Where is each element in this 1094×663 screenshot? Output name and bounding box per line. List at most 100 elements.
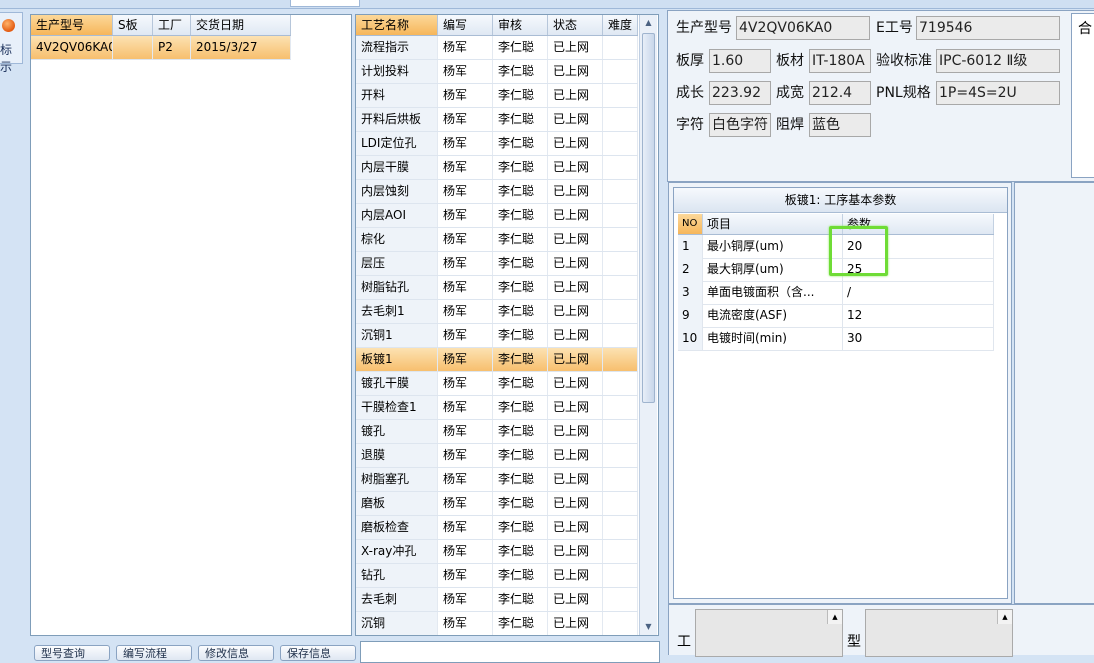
param-cell: 1 <box>678 235 703 258</box>
process-row[interactable]: 板镀1 杨军 李仁聪 已上网 <box>356 348 638 372</box>
character-field[interactable]: 白色字符 <box>709 113 771 137</box>
top-tab[interactable] <box>290 0 360 7</box>
save-info-button[interactable]: 保存信息 <box>280 645 356 661</box>
process-col-status[interactable]: 状态 <box>548 15 603 35</box>
process-row[interactable]: 沉铜 杨军 李仁聪 已上网 <box>356 612 638 635</box>
process-col-difficulty[interactable]: 难度 <box>603 15 638 35</box>
process-row[interactable]: 树脂塞孔 杨军 李仁聪 已上网 <box>356 468 638 492</box>
process-row[interactable]: 磨板检查 杨军 李仁聪 已上网 <box>356 516 638 540</box>
scroll-up-icon[interactable]: ▲ <box>640 15 657 31</box>
process-cell: 李仁聪 <box>493 276 548 299</box>
scroll-up-icon[interactable]: ▲ <box>997 610 1012 624</box>
process-cell: 李仁聪 <box>493 84 548 107</box>
process-cell: 李仁聪 <box>493 516 548 539</box>
process-row[interactable]: 沉铜1 杨军 李仁聪 已上网 <box>356 324 638 348</box>
process-row[interactable]: 内层AOI 杨军 李仁聪 已上网 <box>356 204 638 228</box>
process-scrollbar[interactable]: ▲ ▼ <box>639 15 657 635</box>
process-row[interactable]: 干膜检查1 杨军 李仁聪 已上网 <box>356 396 638 420</box>
orders-col-model[interactable]: 生产型号 <box>31 15 113 35</box>
process-cell: 已上网 <box>548 84 603 107</box>
model-field[interactable]: 4V2QV06KA0 <box>736 16 870 40</box>
standard-field[interactable]: IPC-6012 Ⅱ级 <box>936 49 1060 73</box>
param-cell: 9 <box>678 304 703 327</box>
orders-grid[interactable]: 生产型号 S板 工厂 交货日期 4V2QV06KA0 P2 2015/3/27 <box>30 14 352 636</box>
process-row[interactable]: 层压 杨军 李仁聪 已上网 <box>356 252 638 276</box>
process-row[interactable]: 去毛刺1 杨军 李仁聪 已上网 <box>356 300 638 324</box>
process-row[interactable]: 开料 杨军 李仁聪 已上网 <box>356 84 638 108</box>
process-cell <box>603 396 638 419</box>
orders-body: 4V2QV06KA0 P2 2015/3/27 <box>31 36 291 60</box>
process-cell: 李仁聪 <box>493 60 548 83</box>
process-cell: 杨军 <box>438 420 493 443</box>
process-row[interactable]: 镀孔 杨军 李仁聪 已上网 <box>356 420 638 444</box>
indicator-button[interactable]: 标示 <box>0 12 23 74</box>
process-cell: 已上网 <box>548 108 603 131</box>
pnl-field[interactable]: 1P=4S=2U <box>936 81 1060 105</box>
process-row[interactable]: 钻孔 杨军 李仁聪 已上网 <box>356 564 638 588</box>
process-col-author[interactable]: 编写 <box>438 15 493 35</box>
width-field[interactable]: 212.4 <box>809 81 871 105</box>
process-row[interactable]: 磨板 杨军 李仁聪 已上网 <box>356 492 638 516</box>
length-label: 成长 <box>676 85 704 101</box>
model-query-button[interactable]: 型号查询 <box>34 645 110 661</box>
thickness-field[interactable]: 1.60 <box>709 49 771 73</box>
param-row[interactable]: 10 电镀时间(min) 30 <box>678 327 994 351</box>
process-header: 工艺名称 编写 审核 状态 难度 <box>356 15 638 36</box>
process-grid[interactable]: 工艺名称 编写 审核 状态 难度 流程指示 杨军 李仁聪 已上网 计划投料 杨军 李仁聪 已上… <box>355 14 659 636</box>
process-cell: 已上网 <box>548 348 603 371</box>
highlight-box <box>829 226 888 276</box>
process-row[interactable]: 棕化 杨军 李仁聪 已上网 <box>356 228 638 252</box>
process-row[interactable]: 计划投料 杨军 李仁聪 已上网 <box>356 60 638 84</box>
bottom-panel: 工 ▲ 型 ▲ <box>668 604 1094 657</box>
process-cell: 杨军 <box>438 252 493 275</box>
process-row[interactable]: 流程指示 杨军 李仁聪 已上网 <box>356 36 638 60</box>
process-cell: 李仁聪 <box>493 204 548 227</box>
process-row[interactable]: 树脂钻孔 杨军 李仁聪 已上网 <box>356 276 638 300</box>
process-cell: 李仁聪 <box>493 396 548 419</box>
material-field[interactable]: IT-180A <box>809 49 871 73</box>
soldermask-field[interactable]: 蓝色 <box>809 113 871 137</box>
bottom-input-box[interactable] <box>360 641 660 663</box>
write-process-button[interactable]: 编写流程 <box>116 645 192 661</box>
orders-col-date[interactable]: 交货日期 <box>191 15 291 35</box>
process-col-reviewer[interactable]: 审核 <box>493 15 548 35</box>
modify-info-button[interactable]: 修改信息 <box>198 645 274 661</box>
process-row[interactable]: 退膜 杨军 李仁聪 已上网 <box>356 444 638 468</box>
bottom-textarea-2[interactable]: ▲ <box>865 609 1013 657</box>
process-row[interactable]: 去毛刺 杨军 李仁聪 已上网 <box>356 588 638 612</box>
length-field[interactable]: 223.92 <box>709 81 771 105</box>
process-cell: 已上网 <box>548 276 603 299</box>
eno-field[interactable]: 719546 <box>916 16 1060 40</box>
process-row[interactable]: 内层蚀刻 杨军 李仁聪 已上网 <box>356 180 638 204</box>
process-cell <box>603 156 638 179</box>
orders-col-factory[interactable]: 工厂 <box>153 15 191 35</box>
process-cell: 磨板检查 <box>356 516 438 539</box>
process-row[interactable]: X-ray冲孔 杨军 李仁聪 已上网 <box>356 540 638 564</box>
process-row[interactable]: 镀孔干膜 杨军 李仁聪 已上网 <box>356 372 638 396</box>
param-cell: 12 <box>843 304 994 327</box>
process-row[interactable]: 内层干膜 杨军 李仁聪 已上网 <box>356 156 638 180</box>
process-col-name[interactable]: 工艺名称 <box>356 15 438 35</box>
scroll-up-icon[interactable]: ▲ <box>827 610 842 624</box>
process-cell: 杨军 <box>438 588 493 611</box>
bottom-textarea-1[interactable]: ▲ <box>695 609 843 657</box>
process-row[interactable]: 开料后烘板 杨军 李仁聪 已上网 <box>356 108 638 132</box>
process-cell: 板镀1 <box>356 348 438 371</box>
param-cell: / <box>843 281 994 304</box>
orders-col-s[interactable]: S板 <box>113 15 153 35</box>
scroll-down-icon[interactable]: ▼ <box>640 619 657 635</box>
process-cell: 李仁聪 <box>493 300 548 323</box>
param-row[interactable]: 3 单面电镀面积（含... / <box>678 281 994 305</box>
process-cell: 干膜检查1 <box>356 396 438 419</box>
params-col-no[interactable]: NO <box>678 214 703 234</box>
process-row[interactable]: LDI定位孔 杨军 李仁聪 已上网 <box>356 132 638 156</box>
process-cell: 李仁聪 <box>493 588 548 611</box>
order-row[interactable]: 4V2QV06KA0 P2 2015/3/27 <box>31 36 291 60</box>
process-cell: 杨军 <box>438 516 493 539</box>
scroll-thumb[interactable] <box>642 33 655 403</box>
params-col-item[interactable]: 项目 <box>703 214 843 234</box>
process-cell: 去毛刺1 <box>356 300 438 323</box>
process-cell <box>603 468 638 491</box>
param-row[interactable]: 9 电流密度(ASF) 12 <box>678 304 994 328</box>
process-cell <box>603 36 638 59</box>
